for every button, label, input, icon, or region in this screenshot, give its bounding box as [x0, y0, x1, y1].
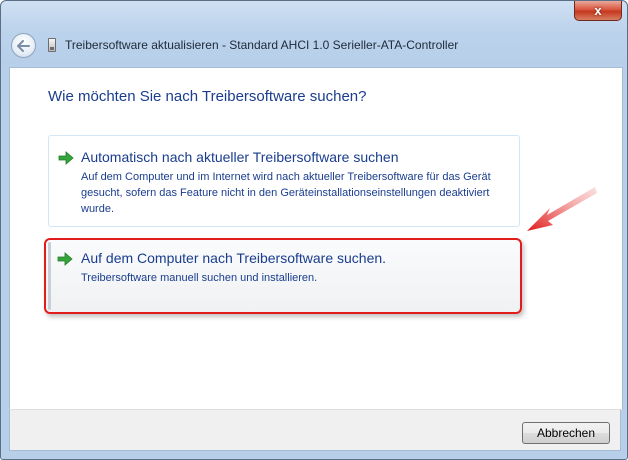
back-button[interactable] — [11, 33, 36, 58]
green-arrow-icon — [58, 151, 74, 165]
cancel-button[interactable]: Abbrechen — [522, 422, 610, 444]
close-button[interactable]: x — [574, 1, 622, 21]
option-search-automatically[interactable]: Automatisch nach aktueller Treibersoftwa… — [48, 135, 520, 227]
close-icon: x — [594, 3, 602, 18]
window-title: Treibersoftware aktualisieren - Standard… — [65, 38, 459, 52]
option-description: Treibersoftware manuell suchen und insta… — [81, 272, 318, 284]
red-pointer-arrow-icon — [527, 187, 597, 231]
dialog-footer: Abbrechen — [9, 409, 621, 451]
option-description: Auf dem Computer und im Internet wird na… — [81, 171, 491, 215]
back-arrow-icon — [17, 39, 30, 52]
option-title: Automatisch nach aktueller Treibersoftwa… — [81, 149, 399, 165]
page-heading: Wie möchten Sie nach Treibersoftware suc… — [48, 88, 367, 105]
option-browse-computer[interactable]: Auf dem Computer nach Treibersoftware su… — [44, 238, 522, 314]
option-title: Auf dem Computer nach Treibersoftware su… — [81, 250, 387, 266]
dialog-window: x Treibersoftware aktualisieren - Standa… — [0, 0, 628, 460]
device-icon — [48, 38, 56, 52]
green-arrow-icon — [57, 252, 73, 266]
